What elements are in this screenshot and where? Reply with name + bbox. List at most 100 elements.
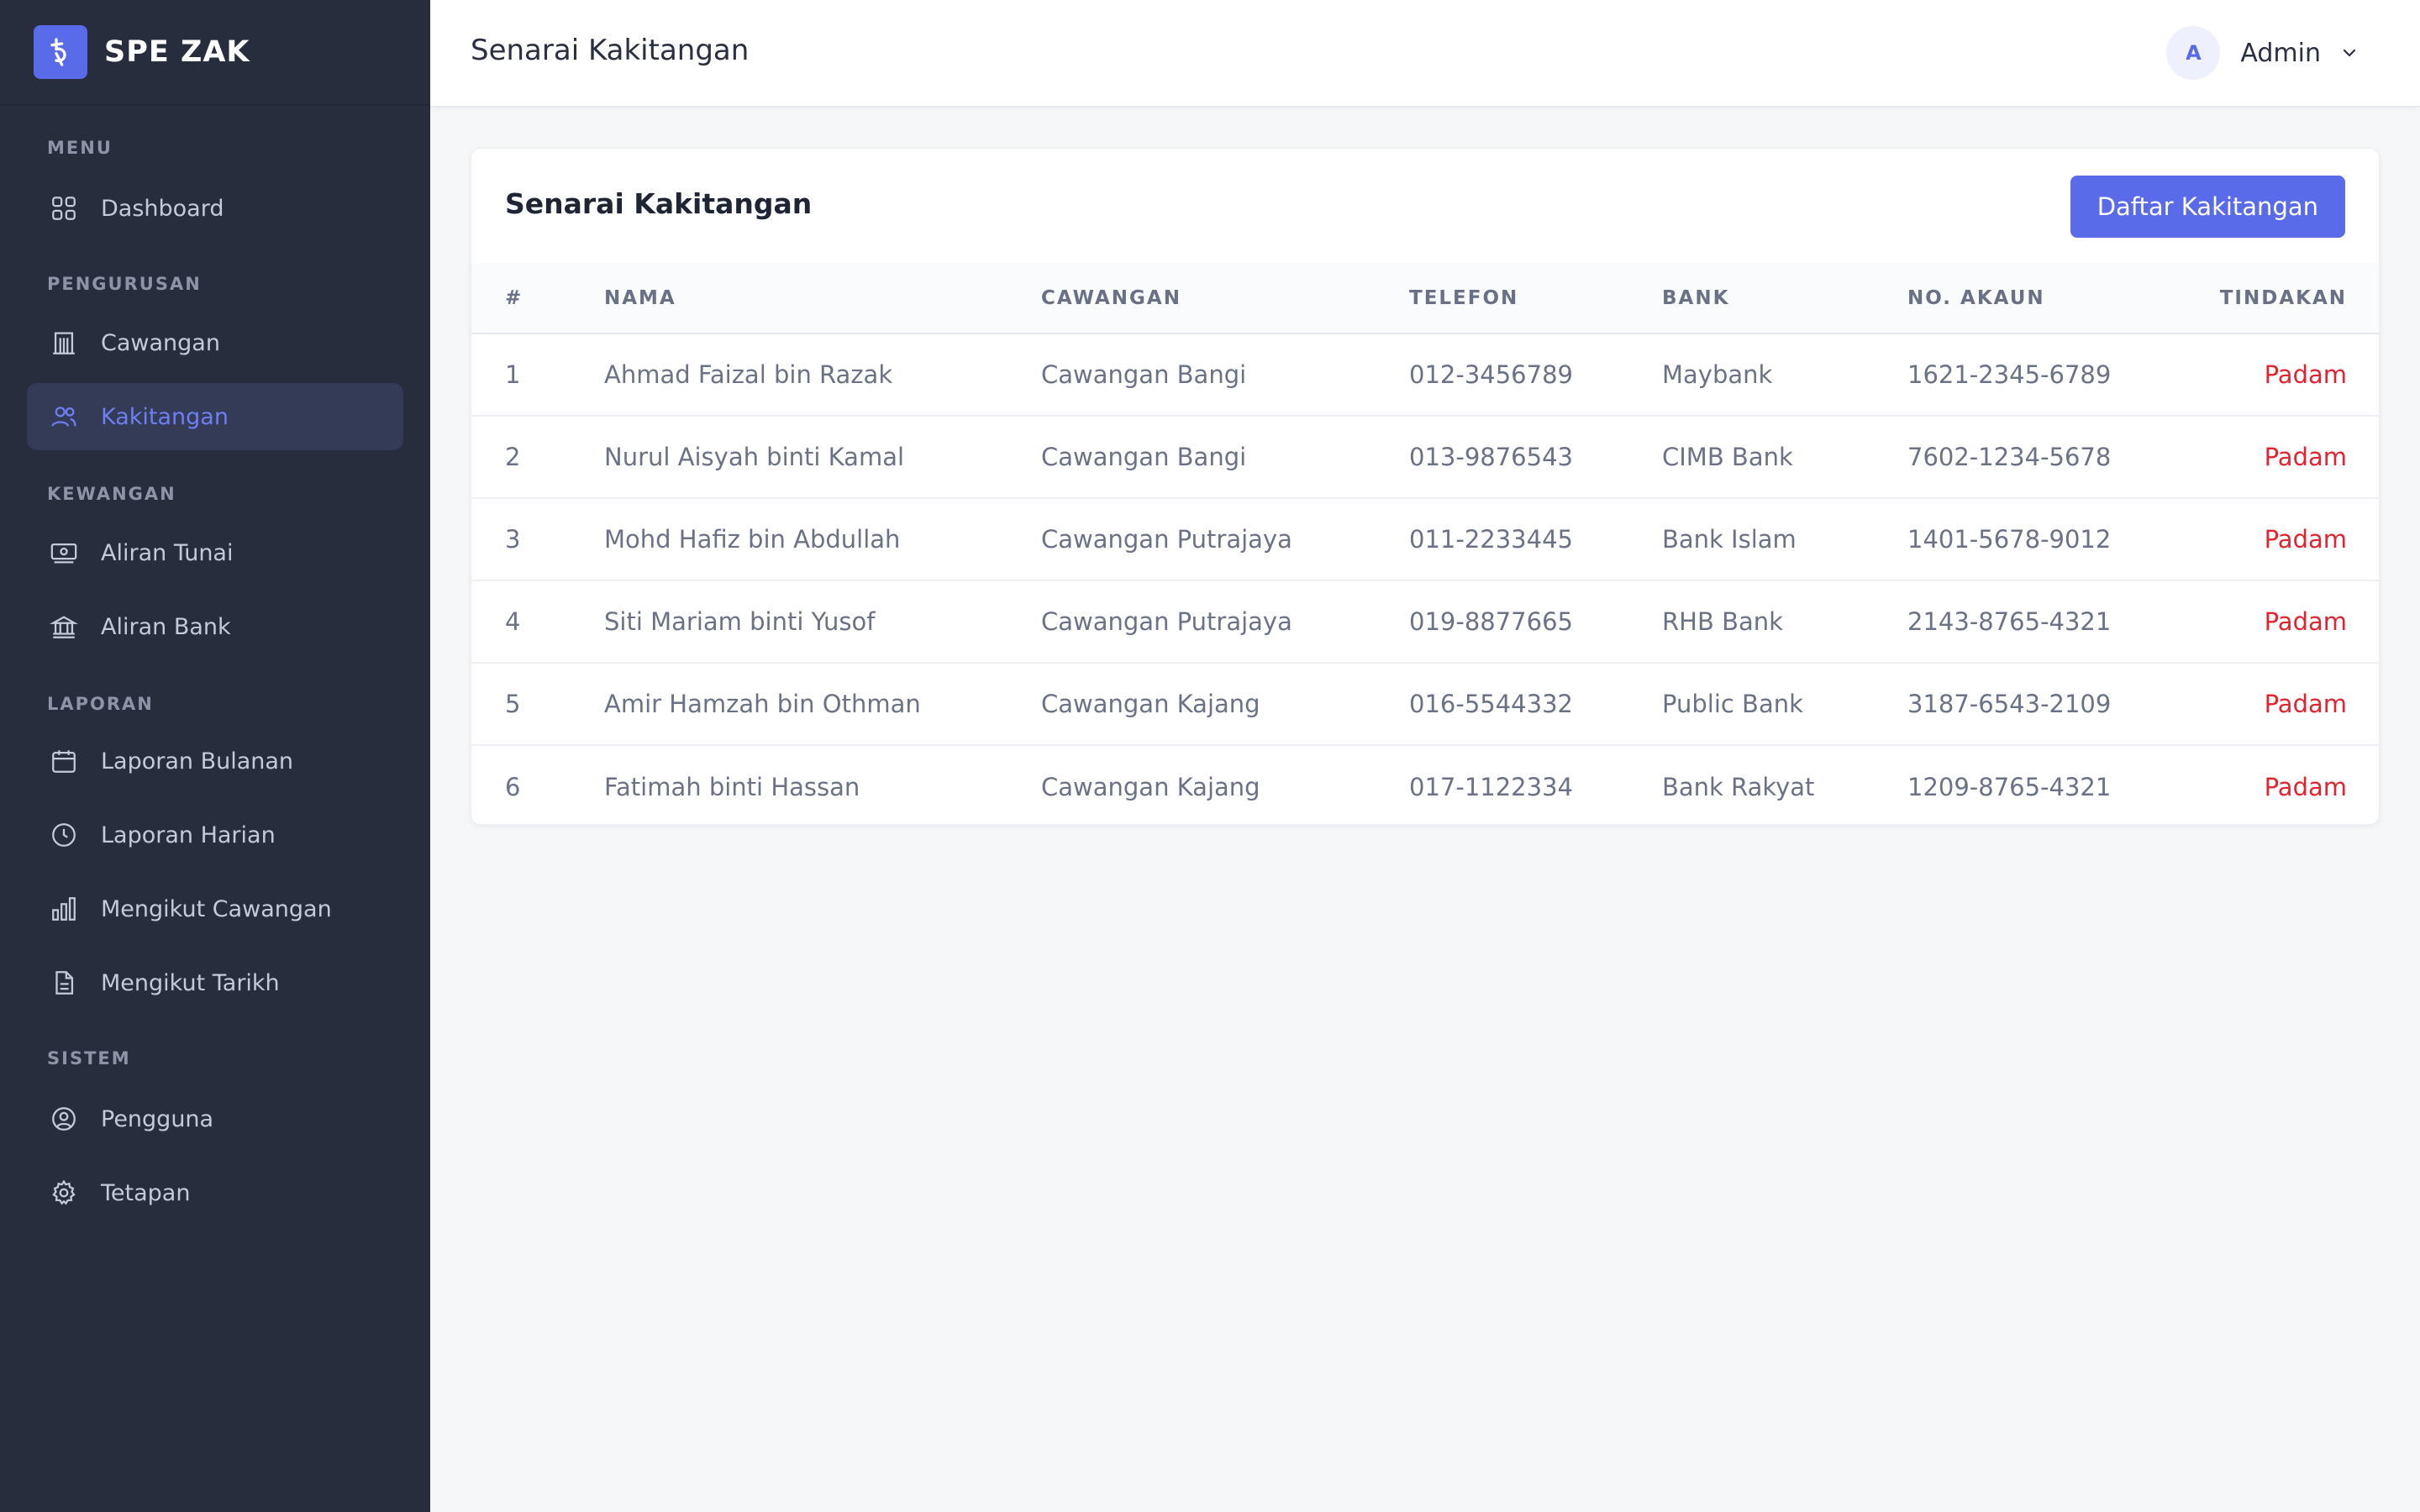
section-title-pengurusan: PENGURUSAN xyxy=(47,274,202,294)
cell-number: 1 xyxy=(505,360,521,389)
table-header-row: # NAMA CAWANGAN TELEFON BANK NO. AKAUN T… xyxy=(471,263,2379,334)
cell-number: 4 xyxy=(505,607,521,636)
section-title-laporan: LAPORAN xyxy=(47,694,154,714)
column-header-action: TINDAKAN xyxy=(2168,263,2379,334)
clock-icon xyxy=(47,818,81,852)
cell-name: Nurul Aisyah binti Kamal xyxy=(604,443,905,471)
table-row: 5 Amir Hamzah bin Othman Cawangan Kajang… xyxy=(471,663,2379,745)
staff-table: # NAMA CAWANGAN TELEFON BANK NO. AKAUN T… xyxy=(471,263,2379,824)
cell-account: 1401-5678-9012 xyxy=(1907,525,2112,554)
page-title: Senarai Kakitangan xyxy=(471,34,750,67)
table-row: 4 Siti Mariam binti Yusof Cawangan Putra… xyxy=(471,580,2379,663)
sidebar-item-label: Pengguna xyxy=(101,1105,214,1132)
cell-bank: Maybank xyxy=(1662,360,1773,389)
delete-link[interactable]: Padam xyxy=(2265,773,2347,801)
sidebar-item-label: Mengikut Cawangan xyxy=(101,895,332,922)
cell-action: Padam xyxy=(2168,745,2379,824)
cell-branch: Cawangan Kajang xyxy=(1041,772,1260,801)
section-title-menu: MENU xyxy=(47,138,113,158)
cell-action: Padam xyxy=(2168,663,2379,745)
sidebar-item-pengguna[interactable]: Pengguna xyxy=(27,1085,403,1152)
table-row: 3 Mohd Hafiz bin Abdullah Cawangan Putra… xyxy=(471,498,2379,580)
user-name: Admin xyxy=(2240,38,2321,68)
cell-phone: 013-9876543 xyxy=(1409,443,1573,471)
cell-phone: 019-8877665 xyxy=(1409,607,1573,636)
bar-chart-icon xyxy=(47,892,81,926)
cell-branch: Cawangan Putrajaya xyxy=(1041,607,1292,636)
sidebar-item-label: Laporan Harian xyxy=(101,822,276,848)
cell-account: 1621-2345-6789 xyxy=(1907,360,2112,389)
cell-name: Ahmad Faizal bin Razak xyxy=(604,360,893,389)
add-staff-button[interactable]: Daftar Kakitangan xyxy=(2070,176,2345,238)
sidebar-item-kakitangan[interactable]: Kakitangan xyxy=(27,383,403,450)
cell-number: 2 xyxy=(505,443,521,471)
section-title-kewangan: KEWANGAN xyxy=(47,484,176,504)
document-icon xyxy=(47,966,81,1000)
user-menu[interactable]: A Admin xyxy=(2166,26,2360,80)
sidebar-item-dashboard[interactable]: Dashboard xyxy=(27,175,403,242)
cell-action: Padam xyxy=(2168,416,2379,498)
cell-action: Padam xyxy=(2168,498,2379,580)
sidebar-item-label: Aliran Tunai xyxy=(101,539,234,566)
cell-account: 3187-6543-2109 xyxy=(1907,690,2112,718)
sidebar-item-tetapan[interactable]: Tetapan xyxy=(27,1159,403,1226)
table-row: 1 Ahmad Faizal bin Razak Cawangan Bangi … xyxy=(471,333,2379,416)
cell-phone: 011-2233445 xyxy=(1409,525,1573,554)
sidebar-item-aliran-bank[interactable]: Aliran Bank xyxy=(27,593,403,660)
staff-card: Senarai Kakitangan Daftar Kakitangan # N… xyxy=(471,148,2380,825)
table-row: 6 Fatimah binti Hassan Cawangan Kajang 0… xyxy=(471,745,2379,824)
sidebar-item-mengikut-tarikh[interactable]: Mengikut Tarikh xyxy=(27,949,403,1016)
sidebar-item-label: Laporan Bulanan xyxy=(101,748,294,774)
cell-number: 3 xyxy=(505,525,521,554)
sidebar-item-laporan-bulanan[interactable]: Laporan Bulanan xyxy=(27,727,403,795)
sidebar-item-label: Kakitangan xyxy=(101,403,229,430)
sidebar-item-cawangan[interactable]: Cawangan xyxy=(27,309,403,376)
delete-link[interactable]: Padam xyxy=(2265,607,2347,636)
cell-bank: Bank Islam xyxy=(1662,525,1797,554)
cell-branch: Cawangan Putrajaya xyxy=(1041,525,1292,554)
sidebar-item-label: Cawangan xyxy=(101,329,220,356)
cell-action: Padam xyxy=(2168,580,2379,663)
column-header-branch: CAWANGAN xyxy=(1041,263,1409,334)
cell-account: 2143-8765-4321 xyxy=(1907,607,2112,636)
cell-bank: Public Bank xyxy=(1662,690,1803,718)
user-circle-icon xyxy=(47,1102,81,1136)
cell-account: 7602-1234-5678 xyxy=(1907,443,2112,471)
cell-branch: Cawangan Kajang xyxy=(1041,690,1260,718)
sidebar-item-aliran-tunai[interactable]: Aliran Tunai xyxy=(27,519,403,586)
grid-icon xyxy=(47,192,81,225)
column-header-number: # xyxy=(471,263,604,334)
brand-name: SPE ZAK xyxy=(104,35,250,69)
cell-account: 1209-8765-4321 xyxy=(1907,772,2112,801)
cell-name: Fatimah binti Hassan xyxy=(604,772,860,801)
delete-link[interactable]: Padam xyxy=(2265,360,2347,389)
cell-action: Padam xyxy=(2168,333,2379,416)
column-header-phone: TELEFON xyxy=(1409,263,1662,334)
table-row: 2 Nurul Aisyah binti Kamal Cawangan Bang… xyxy=(471,416,2379,498)
brand[interactable]: SPE ZAK xyxy=(0,0,430,106)
cell-number: 5 xyxy=(505,690,521,718)
cell-bank: RHB Bank xyxy=(1662,607,1783,636)
sidebar-item-label: Mengikut Tarikh xyxy=(101,969,280,996)
topbar: Senarai Kakitangan A Admin xyxy=(430,0,2420,108)
column-header-bank: BANK xyxy=(1662,263,1907,334)
calendar-icon xyxy=(47,744,81,778)
delete-link[interactable]: Padam xyxy=(2265,525,2347,554)
app-root: SPE ZAK MENU Dashboard PENGURUSAN Cawang… xyxy=(0,0,2420,1512)
cell-bank: Bank Rakyat xyxy=(1662,772,1815,801)
sidebar-item-label: Tetapan xyxy=(101,1179,191,1206)
delete-link[interactable]: Padam xyxy=(2265,690,2347,718)
section-title-sistem: SISTEM xyxy=(47,1048,131,1068)
sidebar-item-mengikut-cawangan[interactable]: Mengikut Cawangan xyxy=(27,875,403,942)
sidebar-item-laporan-harian[interactable]: Laporan Harian xyxy=(27,801,403,869)
cash-icon xyxy=(47,536,81,570)
building-icon xyxy=(47,326,81,360)
card-title: Senarai Kakitangan xyxy=(505,187,813,220)
column-header-name: NAMA xyxy=(604,263,1041,334)
avatar: A xyxy=(2166,26,2221,80)
sidebar: SPE ZAK MENU Dashboard PENGURUSAN Cawang… xyxy=(0,0,430,1512)
gear-icon xyxy=(47,1176,81,1210)
cell-branch: Cawangan Bangi xyxy=(1041,443,1247,471)
users-icon xyxy=(47,400,81,433)
delete-link[interactable]: Padam xyxy=(2265,443,2347,471)
